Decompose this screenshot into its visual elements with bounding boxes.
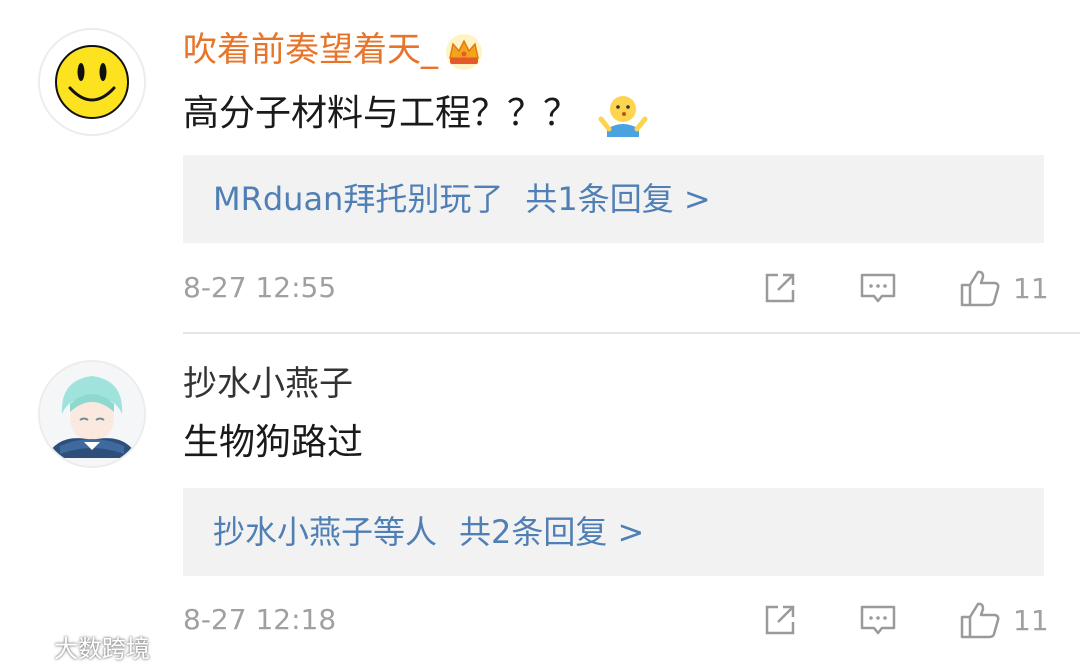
watermark: 大数跨境: [6, 629, 150, 664]
share-icon: [765, 273, 795, 303]
forward-button[interactable]: [761, 600, 799, 640]
comment-text-content: 生物狗路过: [183, 422, 364, 463]
reply-count-link[interactable]: 共1条回复 >: [525, 180, 710, 218]
comment-text: 高分子材料与工程？？？: [183, 89, 649, 141]
anime-character-avatar-icon: [40, 362, 144, 466]
comment-icon: [860, 273, 896, 303]
comment-icon: [860, 605, 896, 635]
thumbs-up-icon: [960, 270, 1000, 307]
comment-text: 生物狗路过: [183, 420, 363, 466]
username[interactable]: 吹着前奏望着天_: [183, 28, 484, 72]
reply-button[interactable]: [859, 268, 897, 308]
shrug-emoji-icon: [597, 89, 649, 141]
reply-preview-text: 抄水小燕子等人: [213, 513, 438, 551]
like-button[interactable]: 11: [959, 600, 1049, 640]
avatar[interactable]: [38, 360, 146, 468]
timestamp: 8-27 12:55: [183, 271, 337, 304]
like-count: 11: [1013, 271, 1049, 305]
like-button[interactable]: 11: [959, 268, 1049, 308]
smiley-face-avatar-icon: [40, 30, 144, 134]
avatar[interactable]: [38, 28, 146, 136]
reply-preview-text: MRduan拜托别玩了: [213, 180, 504, 218]
like-count: 11: [1013, 603, 1049, 637]
username-text: 吹着前奏望着天_: [183, 30, 438, 70]
timestamp: 8-27 12:18: [183, 603, 337, 636]
reply-preview-box[interactable]: MRduan拜托别玩了 共1条回复 >: [183, 155, 1044, 243]
watermark-text: 大数跨境: [54, 635, 150, 663]
forward-button[interactable]: [761, 268, 799, 308]
comment-text-content: 高分子材料与工程？？？: [183, 93, 580, 134]
username[interactable]: 抄水小燕子: [183, 362, 353, 406]
comment-item: 抄水小燕子 生物狗路过 抄水小燕子等人 共2条回复 > 8-27 12:18 1…: [0, 334, 1080, 670]
reply-count-link[interactable]: 共2条回复 >: [459, 513, 644, 551]
crown-icon: [444, 32, 484, 72]
comment-item: 吹着前奏望着天_ 高分子材料与工程？？？ MRduan拜托别玩了共1条回复 >: [0, 0, 1080, 333]
comment-meta-row: 8-27 12:18 11: [183, 600, 1049, 640]
comment-meta-row: 8-27 12:55 11: [183, 268, 1049, 308]
username-text: 抄水小燕子: [183, 364, 353, 404]
reply-button[interactable]: [859, 600, 897, 640]
share-icon: [765, 605, 795, 635]
reply-preview-box[interactable]: 抄水小燕子等人 共2条回复 >: [183, 488, 1044, 576]
thumbs-up-icon: [960, 602, 1000, 639]
watermark-logo-icon: [6, 637, 49, 656]
